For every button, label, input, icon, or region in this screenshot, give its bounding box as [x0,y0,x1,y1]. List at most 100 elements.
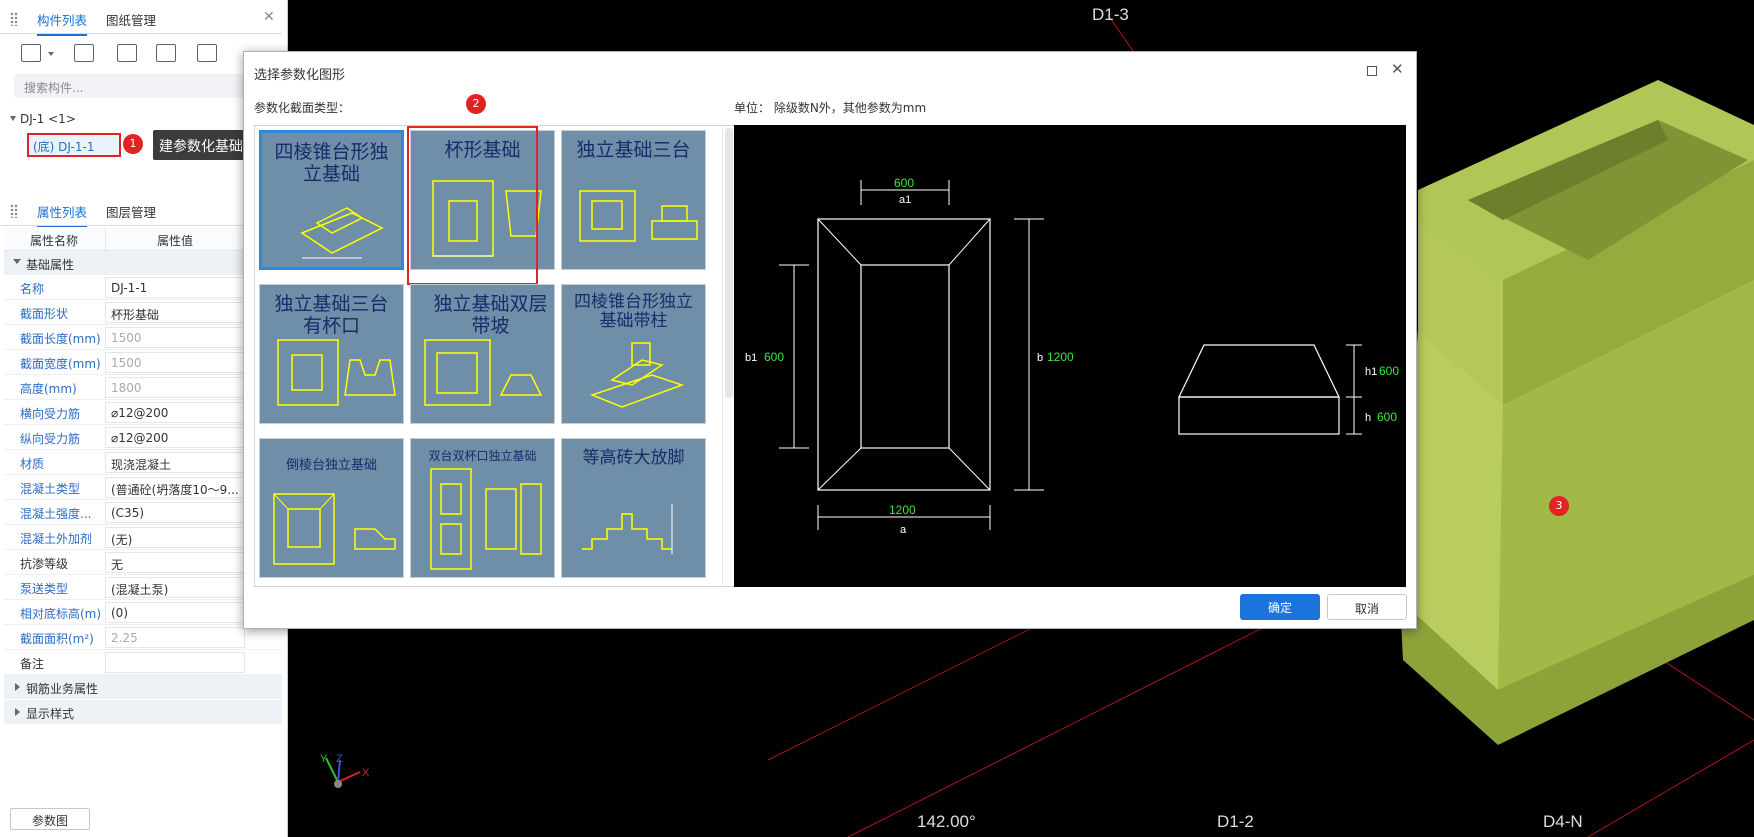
three-step-cup-icon [277,339,396,406]
property-row[interactable]: 材质 现浇混凝土 [4,450,282,475]
property-value[interactable]: (0) [105,602,245,623]
thumb-brick-footing[interactable]: 等高砖大放脚 [561,438,706,578]
thumb-double-cup[interactable]: 双台双杯口独立基础 [410,438,555,578]
drag-grip-icon[interactable] [10,12,18,26]
property-name: 截面宽度(mm) [20,357,101,371]
collapse-icon [13,259,21,264]
dim-h1-value: 600 [1379,364,1399,378]
col-header-value: 属性值 [157,234,194,248]
section-label: 钢筋业务属性 [26,682,99,696]
drag-grip-icon[interactable] [10,204,18,218]
property-row[interactable]: 抗渗等级 无 [4,550,282,575]
section-display[interactable]: 显示样式 [4,700,282,724]
tree-parent-item[interactable]: DJ-1 <1> [20,112,76,126]
property-row[interactable]: 截面形状 杯形基础 [4,300,282,325]
section-label: 显示样式 [26,707,75,721]
dim-a-label: a [900,524,907,536]
property-row[interactable]: 泵送类型 (混凝土泵) [4,575,282,600]
double-cup-icon [430,468,542,570]
thumb-inverted-frustum[interactable]: 倒棱台独立基础 [259,438,404,578]
property-row[interactable]: 截面宽度(mm) 1500 [4,350,282,375]
copy-icon[interactable] [74,44,94,62]
property-row[interactable]: 混凝土强度... (C35) [4,500,282,525]
inverted-frustum-icon [273,493,396,565]
double-slope-icon [424,339,543,406]
property-value[interactable]: 2.25 [105,627,245,648]
tab-layer-management[interactable]: 图层管理 [106,202,156,221]
tab-property-list[interactable]: 属性列表 [37,202,88,228]
tree-child-item[interactable]: (底) DJ-1-1 [27,133,121,157]
property-value[interactable]: 1500 [105,327,245,348]
search-input[interactable]: 搜索构件... [14,74,276,98]
property-row[interactable]: 备注 [4,650,282,675]
thumb-three-step-cup[interactable]: 独立基础三台有杯口 [259,284,404,424]
property-value[interactable]: 1500 [105,352,245,373]
property-row[interactable]: 混凝土类型 (普通砼(坍落度10～9... [4,475,282,500]
property-row[interactable]: 纵向受力筋 ⌀12@200 [4,425,282,450]
property-row[interactable]: 混凝土外加剂 (无) [4,525,282,550]
tab-drawing-management[interactable]: 图纸管理 [106,10,156,29]
property-value[interactable]: ⌀12@200 [105,427,245,448]
property-value[interactable]: 1800 [105,377,245,398]
property-value[interactable]: 现浇混凝土 [105,452,245,473]
badge-1: 1 [123,134,143,154]
dropdown-arrow-icon[interactable] [48,52,54,56]
property-value[interactable] [105,652,245,673]
param-shape-dialog: 选择参数化图形 ✕ 参数化截面类型： 单位： 除级数N外，其他参数为mm 2 四… [243,51,1417,629]
section-base-props[interactable]: 基础属性 [4,251,282,275]
property-name: 截面长度(mm) [20,332,101,346]
section-type-label: 参数化截面类型： [254,101,351,115]
save-template-icon[interactable] [197,44,217,62]
thumb-pyramid-with-column[interactable]: 四棱锥台形独立基础带柱 [561,284,706,424]
dim-a1-label: a1 [899,194,911,206]
close-icon[interactable]: ✕ [263,9,275,25]
property-name: 抗渗等级 [20,557,69,571]
badge-3: 3 [1549,496,1569,516]
property-row[interactable]: 高度(mm) 1800 [4,375,282,400]
property-name: 备注 [20,657,45,671]
tree-expand-icon[interactable] [10,116,16,121]
preview-canvas: 600 a1 b1 600 b 1200 1200 a h1 600 h 600 [734,125,1406,587]
svg-text:Y: Y [320,753,328,765]
ok-button[interactable]: 确定 [1240,594,1320,620]
expand-icon [15,683,20,691]
expand-icon [15,708,20,716]
dim-a-value: 1200 [889,503,916,517]
cancel-button[interactable]: 取消 [1327,594,1407,620]
dim-h-value: 600 [1377,410,1397,424]
axis-gizmo-icon: Y Z X [320,753,370,788]
property-row[interactable]: 名称 DJ-1-1 [4,275,282,300]
property-name: 截面面积(m²) [20,632,94,646]
thumb-pyramid-isolated[interactable]: 四棱锥台形独立基础 [259,130,404,270]
property-value[interactable]: (混凝土泵) [105,577,245,598]
dim-h1-label: h1 [1365,366,1377,378]
close-icon[interactable]: ✕ [1391,60,1404,78]
thumb-double-slope[interactable]: 独立基础双层带坡 [410,284,555,424]
dim-h-label: h [1365,412,1371,424]
property-value[interactable]: (普通砼(坍落度10～9... [105,477,245,498]
property-value[interactable]: 杯形基础 [105,302,245,323]
property-row[interactable]: 截面长度(mm) 1500 [4,325,282,350]
property-value[interactable]: DJ-1-1 [105,277,245,298]
property-name: 相对底标高(m) [20,607,102,621]
property-row[interactable]: 横向受力筋 ⌀12@200 [4,400,282,425]
property-value[interactable]: (C35) [105,502,245,523]
layer-copy-icon[interactable] [156,44,176,62]
maximize-icon[interactable] [1367,66,1377,76]
delete-icon[interactable] [117,44,137,62]
property-value[interactable]: (无) [105,527,245,548]
property-value[interactable]: ⌀12@200 [105,402,245,423]
svg-text:Z: Z [336,753,343,765]
dim-b1-value: 600 [764,350,784,364]
property-value[interactable]: 无 [105,552,245,573]
property-name: 泵送类型 [20,582,69,596]
dim-b-label: b [1037,352,1043,364]
tab-component-list[interactable]: 构件列表 [37,10,88,36]
section-rebar[interactable]: 钢筋业务属性 [4,675,282,699]
dim-b1-label: b1 [745,352,757,364]
new-component-icon[interactable] [21,44,41,62]
thumb-isolated-three-step[interactable]: 独立基础三台 [561,130,706,270]
param-diagram-button[interactable]: 参数图 [10,808,90,830]
property-row[interactable]: 相对底标高(m) (0) [4,600,282,625]
property-row[interactable]: 截面面积(m²) 2.25 [4,625,282,650]
